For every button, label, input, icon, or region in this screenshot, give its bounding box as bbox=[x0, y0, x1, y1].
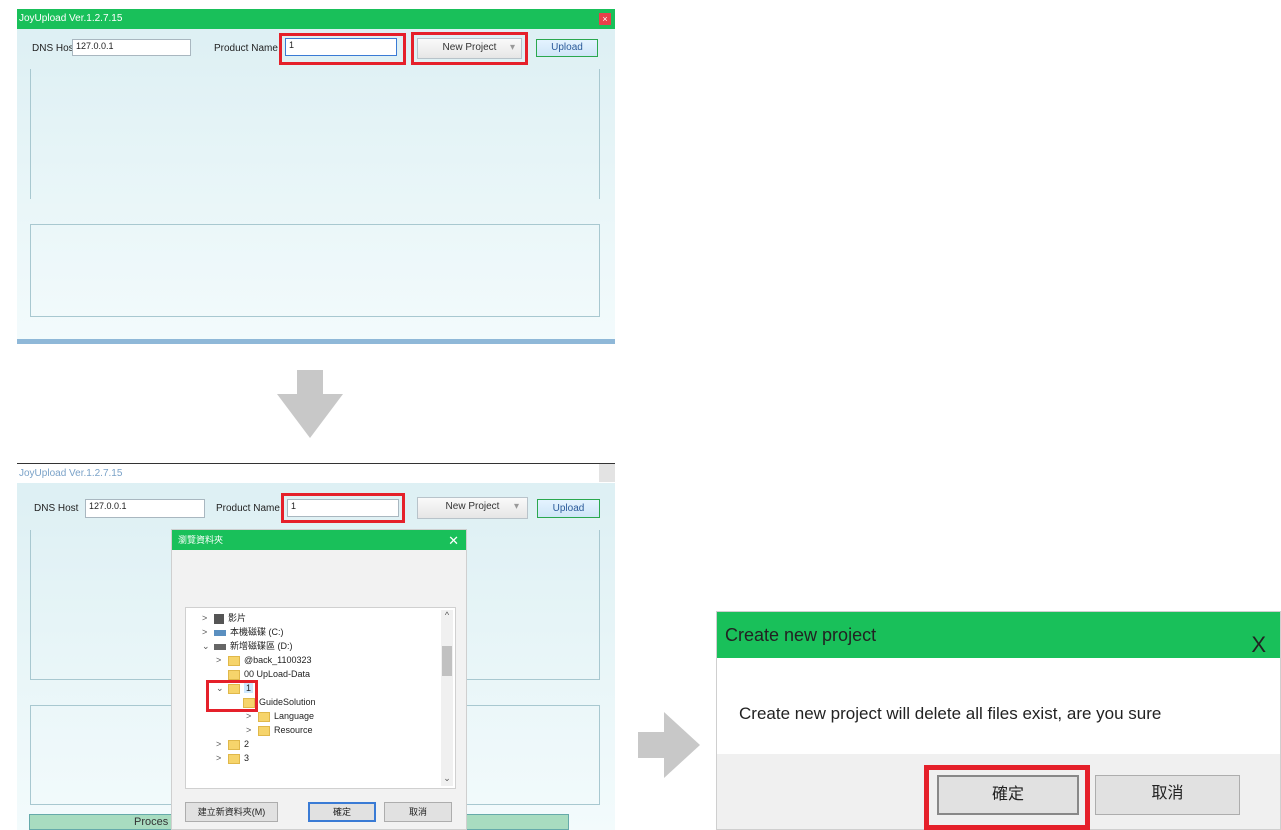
drive-icon bbox=[214, 643, 226, 650]
tree-item-folder[interactable]: >2 bbox=[216, 737, 249, 751]
status-bar bbox=[17, 339, 615, 344]
folder-icon bbox=[228, 753, 240, 764]
chevron-right-icon[interactable]: > bbox=[216, 737, 228, 751]
cancel-button[interactable]: 取消 bbox=[1095, 775, 1240, 815]
arrow-right-icon bbox=[638, 712, 700, 778]
dns-host-input[interactable]: 127.0.0.1 bbox=[85, 499, 205, 518]
folder-icon bbox=[228, 669, 240, 680]
tree-scrollbar[interactable]: ^ ⌄ bbox=[441, 610, 453, 786]
upload-button[interactable]: Upload bbox=[537, 499, 600, 518]
chevron-right-icon[interactable]: > bbox=[202, 611, 214, 625]
close-button[interactable] bbox=[599, 464, 615, 482]
log-panel[interactable] bbox=[30, 69, 600, 199]
tree-item-folder[interactable]: > Resource bbox=[246, 723, 313, 737]
title-bar: JoyUpload Ver.1.2.7.15 bbox=[17, 463, 615, 483]
new-folder-button[interactable]: 建立新資料夾(M) bbox=[185, 802, 278, 822]
new-project-label: New Project bbox=[445, 501, 500, 512]
chevron-right-icon[interactable]: > bbox=[202, 625, 214, 639]
app-window-top: JoyUpload Ver.1.2.7.15 × DNS Host 127.0.… bbox=[17, 9, 615, 344]
chevron-down-icon: ▾ bbox=[513, 501, 519, 512]
product-name-label: Product Name bbox=[214, 43, 278, 54]
chevron-right-icon[interactable]: > bbox=[246, 723, 258, 737]
highlight-folder-1 bbox=[206, 680, 258, 712]
dns-host-label: DNS Host bbox=[34, 503, 79, 514]
dns-host-label: DNS Host bbox=[32, 43, 77, 54]
arrow-down-icon bbox=[277, 370, 343, 438]
tree-item-folder[interactable]: 00 UpLoad-Data bbox=[216, 667, 310, 681]
dialog-title-bar: 瀏覽資料夾 ✕ bbox=[172, 530, 466, 550]
tree-item-folder[interactable]: > @back_1100323 bbox=[216, 653, 312, 667]
chevron-down-icon[interactable]: ⌄ bbox=[202, 639, 214, 653]
video-folder-icon bbox=[214, 613, 224, 624]
upload-button[interactable]: Upload bbox=[536, 39, 598, 57]
ok-button[interactable]: 確定 bbox=[308, 802, 376, 822]
scroll-up-icon[interactable]: ^ bbox=[441, 610, 453, 620]
highlight-product-name bbox=[281, 493, 405, 523]
folder-icon bbox=[228, 655, 240, 666]
product-name-label: Product Name bbox=[216, 503, 280, 514]
window-title: JoyUpload Ver.1.2.7.15 bbox=[19, 468, 123, 479]
folder-icon bbox=[228, 739, 240, 750]
close-icon[interactable]: × bbox=[599, 13, 611, 25]
dialog-title-bar: Create new project X bbox=[717, 612, 1280, 658]
cancel-button[interactable]: 取消 bbox=[384, 802, 452, 822]
close-icon[interactable]: ✕ bbox=[448, 531, 459, 551]
scroll-down-icon[interactable]: ⌄ bbox=[441, 773, 453, 784]
window-title: JoyUpload Ver.1.2.7.15 bbox=[19, 13, 123, 24]
process-label: Proces bbox=[134, 816, 169, 828]
dialog-message: Create new project will delete all files… bbox=[739, 704, 1162, 723]
chevron-right-icon[interactable]: > bbox=[216, 751, 228, 765]
folder-icon bbox=[258, 711, 270, 722]
chevron-right-icon[interactable]: > bbox=[216, 653, 228, 667]
close-icon[interactable]: X bbox=[1251, 622, 1266, 668]
tree-item-drive-d[interactable]: ⌄ 新增磁碟區 (D:) bbox=[202, 639, 293, 653]
highlight-confirm-button bbox=[924, 765, 1090, 830]
tree-item-videos[interactable]: > 影片 bbox=[202, 611, 246, 625]
dialog-title: Create new project bbox=[725, 625, 877, 645]
highlight-new-project bbox=[411, 32, 528, 65]
title-bar: JoyUpload Ver.1.2.7.15 × bbox=[17, 9, 615, 29]
folder-icon bbox=[258, 725, 270, 736]
dns-host-input[interactable]: 127.0.0.1 bbox=[72, 39, 191, 56]
scroll-thumb[interactable] bbox=[442, 646, 452, 676]
tree-item-drive-c[interactable]: > 本機磁碟 (C:) bbox=[202, 625, 284, 639]
highlight-product-name bbox=[279, 33, 406, 65]
tree-item-folder[interactable]: >3 bbox=[216, 751, 249, 765]
computer-drive-icon bbox=[214, 629, 226, 636]
output-panel[interactable] bbox=[30, 224, 600, 317]
dialog-title: 瀏覽資料夾 bbox=[178, 535, 224, 545]
new-project-dropdown[interactable]: New Project ▾ bbox=[417, 497, 528, 519]
